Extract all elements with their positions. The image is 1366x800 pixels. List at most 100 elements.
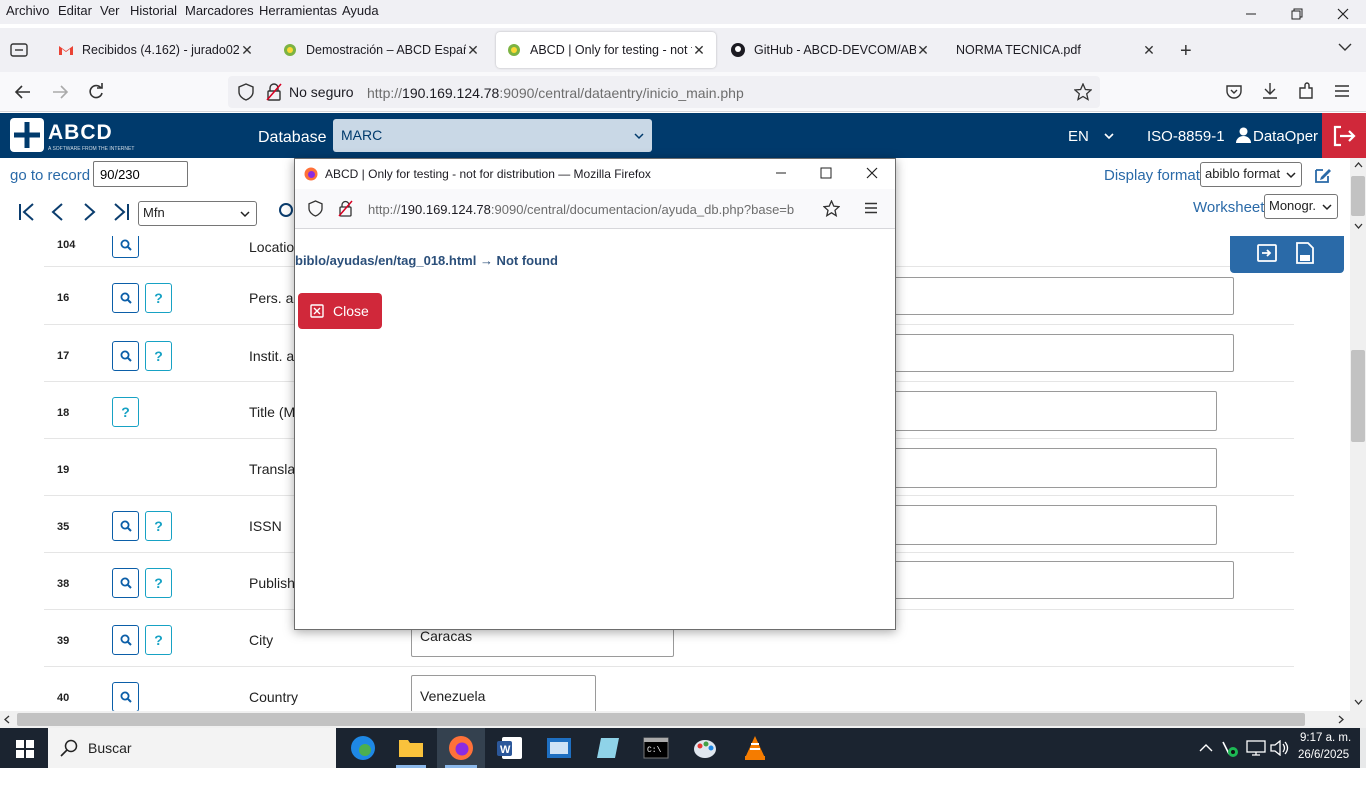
- scroll-down-icon[interactable]: [1354, 223, 1363, 229]
- vertical-scrollbar[interactable]: [1350, 158, 1366, 711]
- country-input[interactable]: Venezuela: [411, 675, 596, 711]
- display-format-select[interactable]: abiblo format: [1200, 162, 1302, 187]
- close-button[interactable]: Close: [298, 293, 382, 329]
- shield-icon[interactable]: [238, 83, 254, 101]
- field-input[interactable]: [894, 277, 1234, 315]
- search-button[interactable]: [112, 682, 139, 711]
- network-icon[interactable]: [1246, 740, 1266, 756]
- language-select[interactable]: EN: [1068, 128, 1089, 145]
- first-record-icon[interactable]: [18, 202, 36, 222]
- file-explorer-icon[interactable]: [398, 736, 424, 758]
- clock-time[interactable]: 9:17 a. m.: [1300, 732, 1351, 744]
- content-scroll-thumb[interactable]: [1351, 350, 1365, 442]
- edit-icon[interactable]: [1314, 166, 1332, 184]
- menu-editar[interactable]: Editar: [58, 3, 92, 18]
- next-record-icon[interactable]: [83, 202, 97, 222]
- help-button[interactable]: ?: [145, 511, 172, 541]
- horizontal-scroll-thumb[interactable]: [17, 713, 1305, 726]
- bookmark-star-icon[interactable]: [823, 200, 840, 217]
- previous-record-icon[interactable]: [50, 202, 64, 222]
- menu-historial[interactable]: Historial: [130, 3, 177, 18]
- insecure-lock-icon[interactable]: [266, 83, 282, 101]
- search-button[interactable]: [112, 625, 139, 655]
- tab-overview-icon[interactable]: [10, 41, 28, 59]
- tab-github[interactable]: GitHub - ABCD-DEVCOM/ABCD ✕: [720, 32, 940, 68]
- help-button[interactable]: ?: [145, 341, 172, 371]
- back-icon[interactable]: [14, 83, 32, 101]
- search-button[interactable]: [112, 511, 139, 541]
- tab-abcd-active[interactable]: ABCD | Only for testing - not fo ✕: [496, 32, 716, 68]
- help-button[interactable]: ?: [145, 625, 172, 655]
- field-input[interactable]: [894, 561, 1234, 599]
- terminal-icon[interactable]: C:\: [643, 737, 669, 759]
- abcd-logo[interactable]: [10, 118, 44, 152]
- popup-url-text[interactable]: http://190.169.124.78:9090/central/docum…: [368, 202, 818, 217]
- search-button[interactable]: [112, 568, 139, 598]
- vlc-icon[interactable]: [742, 735, 768, 761]
- hamburger-menu-icon[interactable]: [864, 202, 878, 214]
- horizontal-scrollbar[interactable]: [0, 711, 1366, 728]
- menu-herramientas[interactable]: Herramientas: [259, 3, 337, 18]
- new-tab-icon[interactable]: +: [1180, 40, 1192, 63]
- paint-icon[interactable]: [692, 735, 718, 761]
- import-icon[interactable]: [1257, 244, 1277, 262]
- field-input[interactable]: [894, 505, 1217, 545]
- scroll-left-icon[interactable]: [4, 715, 10, 724]
- help-button[interactable]: ?: [145, 283, 172, 313]
- close-window-button[interactable]: [1320, 0, 1366, 28]
- url-bar[interactable]: No seguro http://190.169.124.78:9090/cen…: [228, 76, 1100, 108]
- popup-close-window-button[interactable]: [866, 167, 878, 179]
- scroll-right-icon[interactable]: [1338, 715, 1344, 724]
- close-tab-icon[interactable]: ✕: [1142, 42, 1156, 58]
- database-select[interactable]: MARC: [333, 119, 652, 152]
- worksheet-select[interactable]: Monogr.: [1264, 194, 1338, 219]
- insecure-lock-icon[interactable]: [338, 200, 353, 217]
- windows-start-icon[interactable]: [16, 740, 34, 758]
- pocket-icon[interactable]: [1225, 83, 1243, 101]
- tray-overflow-icon[interactable]: [1199, 743, 1213, 752]
- field-input[interactable]: [894, 448, 1217, 488]
- app-window-icon[interactable]: [546, 736, 572, 760]
- tab-demostracion[interactable]: Demostración – ABCD Español ✕: [272, 32, 490, 68]
- close-tab-icon[interactable]: ✕: [240, 42, 254, 58]
- list-tabs-icon[interactable]: [1338, 42, 1352, 52]
- minimize-button[interactable]: [1228, 0, 1274, 28]
- close-tab-icon[interactable]: ✕: [916, 42, 930, 58]
- downloads-icon[interactable]: [1261, 82, 1279, 100]
- notes-app-icon[interactable]: [595, 736, 621, 760]
- bookmark-star-icon[interactable]: [1074, 83, 1092, 101]
- word-icon[interactable]: W: [497, 735, 523, 761]
- tab-gmail[interactable]: Recibidos (4.162) - jurado02060 ✕: [48, 32, 264, 68]
- search-button[interactable]: [112, 283, 139, 313]
- edge-icon[interactable]: [350, 735, 376, 761]
- volume-icon[interactable]: [1270, 740, 1290, 756]
- help-button[interactable]: ?: [145, 568, 172, 598]
- toolbar-scroll-thumb[interactable]: [1351, 176, 1365, 216]
- restore-button[interactable]: [1274, 0, 1320, 28]
- save-record-icon[interactable]: [1296, 242, 1314, 264]
- menu-marcadores[interactable]: Marcadores: [185, 3, 254, 18]
- hamburger-menu-icon[interactable]: [1334, 84, 1350, 98]
- mfn-select[interactable]: Mfn: [138, 201, 257, 226]
- goto-record-input[interactable]: [93, 161, 188, 187]
- tab-pdf[interactable]: NORMA TECNICA.pdf ✕: [944, 32, 1166, 68]
- menu-archivo[interactable]: Archivo: [6, 3, 49, 18]
- url-text[interactable]: http://190.169.124.78:9090/central/datae…: [367, 85, 744, 101]
- shield-icon[interactable]: [308, 200, 323, 217]
- help-button[interactable]: ?: [112, 397, 139, 427]
- forward-icon[interactable]: [51, 83, 69, 101]
- show-desktop-button[interactable]: [1360, 728, 1366, 768]
- menu-ayuda[interactable]: Ayuda: [342, 3, 379, 18]
- popup-url-bar[interactable]: http://190.169.124.78:9090/central/docum…: [295, 189, 895, 229]
- extensions-icon[interactable]: [1297, 82, 1315, 100]
- security-tray-icon[interactable]: [1221, 740, 1241, 758]
- close-tab-icon[interactable]: ✕: [466, 42, 480, 58]
- search-button[interactable]: [112, 341, 139, 371]
- firefox-taskbar-button[interactable]: [437, 728, 485, 768]
- search-button[interactable]: [112, 236, 139, 258]
- close-tab-icon[interactable]: ✕: [692, 42, 706, 58]
- scroll-up-icon[interactable]: [1354, 162, 1363, 168]
- popup-maximize-button[interactable]: [820, 167, 832, 179]
- chevron-down-icon[interactable]: [1104, 133, 1114, 140]
- logout-button[interactable]: [1322, 113, 1366, 158]
